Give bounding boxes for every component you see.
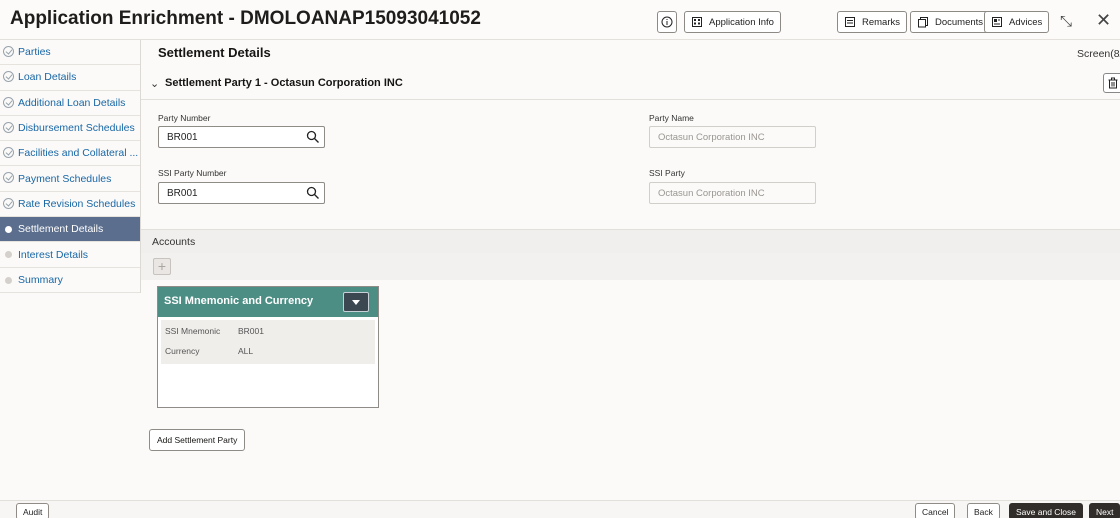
sidebar-item-interest-details[interactable]: Interest Details <box>0 242 140 268</box>
screen-counter: Screen(8/10) <box>1077 48 1120 60</box>
sidebar-item-label: Facilities and Collateral ... <box>18 147 139 160</box>
building-icon <box>692 17 702 27</box>
sidebar-item-label: Loan Details <box>18 71 77 84</box>
accounts-toolbar: + <box>141 253 1120 280</box>
page-title: Application Enrichment - DMOLOANAP150930… <box>10 8 481 29</box>
remarks-button[interactable]: Remarks <box>837 11 908 33</box>
party-name-field: Octasun Corporation INC <box>649 126 816 148</box>
completed-check-icon <box>3 172 14 184</box>
ssi-party-label: SSI Party <box>649 168 685 178</box>
sidebar-item-label: Interest Details <box>18 248 89 261</box>
sidebar-item-payment-schedules[interactable]: Payment Schedules <box>0 166 140 192</box>
documents-icon <box>918 17 928 28</box>
audit-button[interactable]: Audit <box>16 503 50 518</box>
caret-down-icon <box>352 299 360 305</box>
search-icon[interactable] <box>306 130 320 147</box>
info-button[interactable] <box>657 11 677 33</box>
advices-label: Advices <box>1009 16 1043 28</box>
settlement-party-title: Settlement Party 1 - Octasun Corporation… <box>165 77 403 89</box>
application-info-button[interactable]: Application Info <box>684 11 781 33</box>
resize-icon[interactable]: ⤡ <box>1060 13 1072 30</box>
party-number-field[interactable]: BR001 <box>158 126 325 148</box>
completed-check-icon <box>3 121 14 133</box>
documents-label: Documents <box>935 16 984 28</box>
advices-button[interactable]: Advices <box>984 11 1050 33</box>
documents-button[interactable]: Documents <box>910 11 991 33</box>
pending-step-dot-icon <box>5 251 12 259</box>
ssi-party-number-field[interactable]: BR001 <box>158 182 325 204</box>
party-number-label: Party Number <box>158 113 211 123</box>
train-stop-navigation: Parties Loan Details Additional Loan Det… <box>0 40 141 293</box>
sidebar-item-label: Summary <box>18 273 63 286</box>
accounts-title: Accounts <box>152 236 196 248</box>
sidebar-item-label: Payment Schedules <box>18 172 112 185</box>
sidebar-item-parties[interactable]: Parties <box>0 40 140 66</box>
currency-label: Currency <box>165 346 200 356</box>
next-button[interactable]: Next <box>1089 503 1120 518</box>
ssi-card-header: SSI Mnemonic and Currency <box>158 287 378 317</box>
sidebar-item-label: Parties <box>18 46 51 59</box>
advices-icon <box>992 17 1002 27</box>
ssi-card-title: SSI Mnemonic and Currency <box>164 295 314 307</box>
delete-button[interactable] <box>1103 73 1120 93</box>
chevron-down-icon[interactable]: ⌄ <box>150 77 159 90</box>
remarks-label: Remarks <box>862 16 901 28</box>
add-account-button[interactable]: + <box>153 258 171 275</box>
cancel-button[interactable]: Cancel <box>915 503 956 518</box>
sidebar-item-label: Rate Revision Schedules <box>18 197 136 210</box>
section-heading: Settlement Details <box>158 45 271 60</box>
party-name-value: Octasun Corporation INC <box>658 131 765 143</box>
sidebar-item-facilities-and-collateral[interactable]: Facilities and Collateral ... <box>0 141 140 167</box>
sidebar-item-settlement-details[interactable]: Settlement Details <box>0 217 140 243</box>
trash-icon <box>1108 77 1118 89</box>
party-name-label: Party Name <box>649 113 694 123</box>
sidebar-item-label: Settlement Details <box>18 223 104 236</box>
sidebar-item-rate-revision-schedules[interactable]: Rate Revision Schedules <box>0 192 140 218</box>
ssi-mnemonic-label: SSI Mnemonic <box>165 326 221 336</box>
application-info-label: Application Info <box>709 16 774 28</box>
card-menu-button[interactable] <box>343 292 369 312</box>
party-number-value: BR001 <box>167 131 198 143</box>
add-settlement-party-button[interactable]: Add Settlement Party <box>149 429 246 451</box>
sidebar-item-label: Additional Loan Details <box>18 96 126 109</box>
save-and-close-button[interactable]: Save and Close <box>1009 503 1084 518</box>
completed-check-icon <box>3 147 14 159</box>
plus-icon: + <box>157 258 167 274</box>
ssi-party-number-label: SSI Party Number <box>158 168 227 178</box>
ssi-party-field: Octasun Corporation INC <box>649 182 816 204</box>
pending-step-dot-icon <box>5 276 12 284</box>
search-icon[interactable] <box>306 186 320 203</box>
footer-bar: Audit Cancel Back Save and Close Next <box>0 500 1120 518</box>
completed-check-icon <box>3 197 14 209</box>
sidebar-item-additional-loan-details[interactable]: Additional Loan Details <box>0 91 140 116</box>
ssi-mnemonic-value: BR001 <box>238 326 264 336</box>
remarks-icon <box>845 17 855 27</box>
ssi-card: SSI Mnemonic and Currency SSI Mnemonic B… <box>157 286 379 408</box>
sidebar-item-loan-details[interactable]: Loan Details <box>0 65 140 91</box>
ssi-party-value: Octasun Corporation INC <box>658 187 765 199</box>
info-icon <box>661 16 673 28</box>
close-icon[interactable]: ✕ <box>1096 10 1111 31</box>
title-bar: Application Enrichment - DMOLOANAP150930… <box>0 0 1120 40</box>
sidebar-item-summary[interactable]: Summary <box>0 268 140 293</box>
sidebar-item-disbursement-schedules[interactable]: Disbursement Schedules <box>0 116 140 142</box>
main-content: Settlement Details Screen(8/10) ⌄ Settle… <box>141 40 1120 500</box>
accounts-header: Accounts <box>141 229 1120 253</box>
completed-check-icon <box>3 71 14 83</box>
back-button[interactable]: Back <box>967 503 1000 518</box>
completed-check-icon <box>3 96 14 108</box>
ssi-card-body: SSI Mnemonic BR001 Currency ALL <box>161 320 375 364</box>
sidebar-item-label: Disbursement Schedules <box>18 122 135 135</box>
completed-check-icon <box>3 46 14 57</box>
current-step-dot-icon <box>5 226 12 234</box>
currency-value: ALL <box>238 346 254 356</box>
settlement-party-header[interactable]: ⌄ Settlement Party 1 - Octasun Corporati… <box>141 68 1120 100</box>
ssi-party-number-value: BR001 <box>167 187 198 199</box>
